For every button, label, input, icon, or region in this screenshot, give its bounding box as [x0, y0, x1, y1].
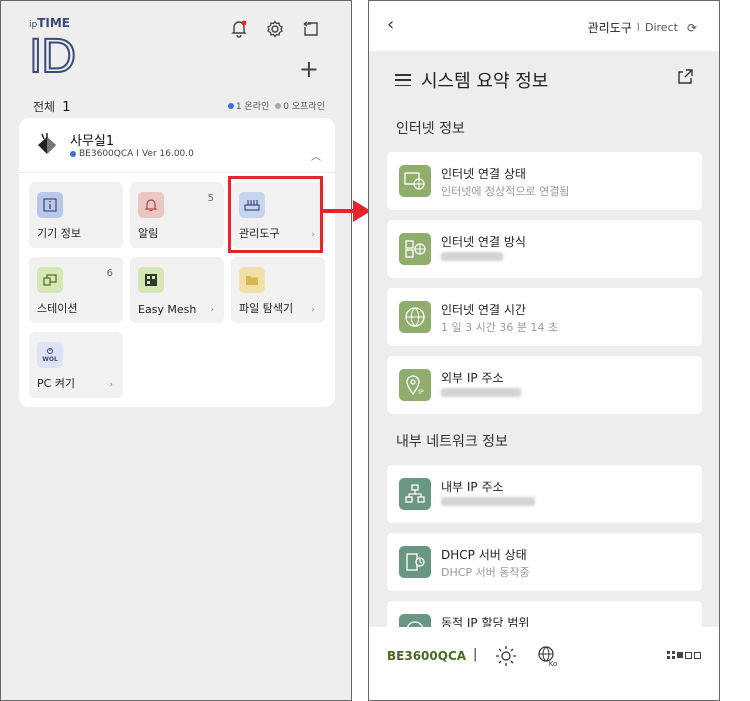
top-bar: ‹ 관리도구 I Direct ⟳	[369, 1, 719, 51]
item-connection-time[interactable]: 인터넷 연결 시간 1 일 3 시간 36 분 14 초	[387, 288, 702, 346]
internet-status-icon	[399, 165, 431, 197]
router-device-icon	[35, 132, 59, 158]
redacted-value	[441, 387, 521, 400]
bell-icon	[138, 192, 164, 218]
mode-label: Direct	[645, 21, 678, 34]
tile-device-info[interactable]: 기기 정보	[29, 182, 123, 248]
tile-stations[interactable]: 6 스테이션	[29, 257, 123, 323]
redacted-value	[441, 251, 503, 264]
total-label: 전체	[33, 100, 56, 114]
divider	[19, 172, 335, 173]
item-internet-status[interactable]: 인터넷 연결 상태 인터넷에 정상적으로 연결됨	[387, 152, 702, 210]
arrow-line	[323, 209, 355, 213]
brightness-icon[interactable]	[495, 645, 517, 671]
item-dhcp-status[interactable]: DHCP 서버 상태 DHCP 서버 동작중	[387, 533, 702, 591]
info-icon	[37, 192, 63, 218]
iptime-logo: ipTIME	[29, 16, 71, 30]
mesh-icon	[138, 267, 164, 293]
bottom-bar: BE3600QCA | Ko	[369, 627, 719, 700]
svg-text:Ko: Ko	[549, 660, 558, 668]
highlight-box	[228, 176, 323, 253]
menu-icon[interactable]	[395, 74, 411, 86]
folder-icon	[239, 267, 265, 293]
device-subinfo: BE3600QCA I Ver 16.00.0	[70, 149, 194, 159]
left-phone-screen: ipTIME ID + 전체 1 1 온라인 0 오프라인 사무실1 BE360…	[0, 0, 352, 701]
online-dot-icon	[70, 151, 76, 157]
tool-label: 관리도구	[587, 21, 632, 35]
header-right: 관리도구 I Direct ⟳	[587, 20, 697, 36]
svg-text:IP: IP	[418, 389, 424, 396]
add-device-button[interactable]: +	[299, 55, 319, 83]
page-title: 시스템 요약 정보	[421, 71, 549, 92]
tile-easy-mesh[interactable]: Easy Mesh ›	[130, 257, 224, 323]
tile-alerts[interactable]: 5 알림	[130, 182, 224, 248]
redacted-value	[441, 496, 535, 509]
share-icon[interactable]	[677, 69, 693, 85]
exit-icon[interactable]	[301, 19, 321, 39]
device-card: 사무실1 BE3600QCA I Ver 16.00.0 ︿ 기기 정보 5 알…	[19, 118, 335, 407]
item-external-ip[interactable]: IP 외부 IP 주소	[387, 356, 702, 414]
globe-clock-icon	[399, 301, 431, 333]
bell-icon[interactable]	[229, 19, 249, 39]
item-internal-ip[interactable]: 내부 IP 주소	[387, 465, 702, 523]
right-phone-screen: ‹ 관리도구 I Direct ⟳ 시스템 요약 정보 인터넷 정보 인터넷 연…	[368, 0, 720, 701]
view-grid-icon[interactable]	[667, 651, 701, 659]
section-internet: 인터넷 정보	[396, 121, 465, 137]
connection-type-icon	[399, 233, 431, 265]
online-dot-icon	[227, 103, 234, 109]
devices-icon	[37, 267, 63, 293]
refresh-icon[interactable]: ⟳	[687, 21, 697, 35]
status-counts: 1 온라인 0 오프라인	[227, 99, 325, 112]
footer-model: BE3600QCA	[387, 649, 467, 663]
total-count: 1	[62, 100, 71, 115]
device-summary-row: 전체 1 1 온라인 0 오프라인	[33, 96, 325, 115]
top-icons	[229, 19, 321, 39]
tile-file-explorer[interactable]: 파일 탐색기 ›	[231, 257, 325, 323]
chevron-up-icon[interactable]: ︿	[311, 148, 321, 163]
network-tree-icon	[399, 478, 431, 510]
svg-text:WOL: WOL	[42, 356, 58, 363]
wol-icon: WOL	[37, 342, 63, 368]
title-row: 시스템 요약 정보	[395, 67, 693, 93]
language-globe-icon[interactable]: Ko	[536, 644, 560, 672]
section-internal-network: 내부 네트워크 정보	[396, 434, 508, 450]
location-pin-icon: IP	[399, 369, 431, 401]
offline-dot-icon	[275, 103, 282, 109]
dhcp-server-icon	[399, 546, 431, 578]
device-name[interactable]: 사무실1	[70, 130, 114, 149]
id-logo: ID	[28, 30, 77, 84]
gear-icon[interactable]	[265, 19, 285, 39]
tile-pc-wake[interactable]: WOL PC 켜기 ›	[29, 332, 123, 398]
item-connection-type[interactable]: 인터넷 연결 방식	[387, 220, 702, 278]
back-button[interactable]: ‹	[387, 14, 394, 35]
